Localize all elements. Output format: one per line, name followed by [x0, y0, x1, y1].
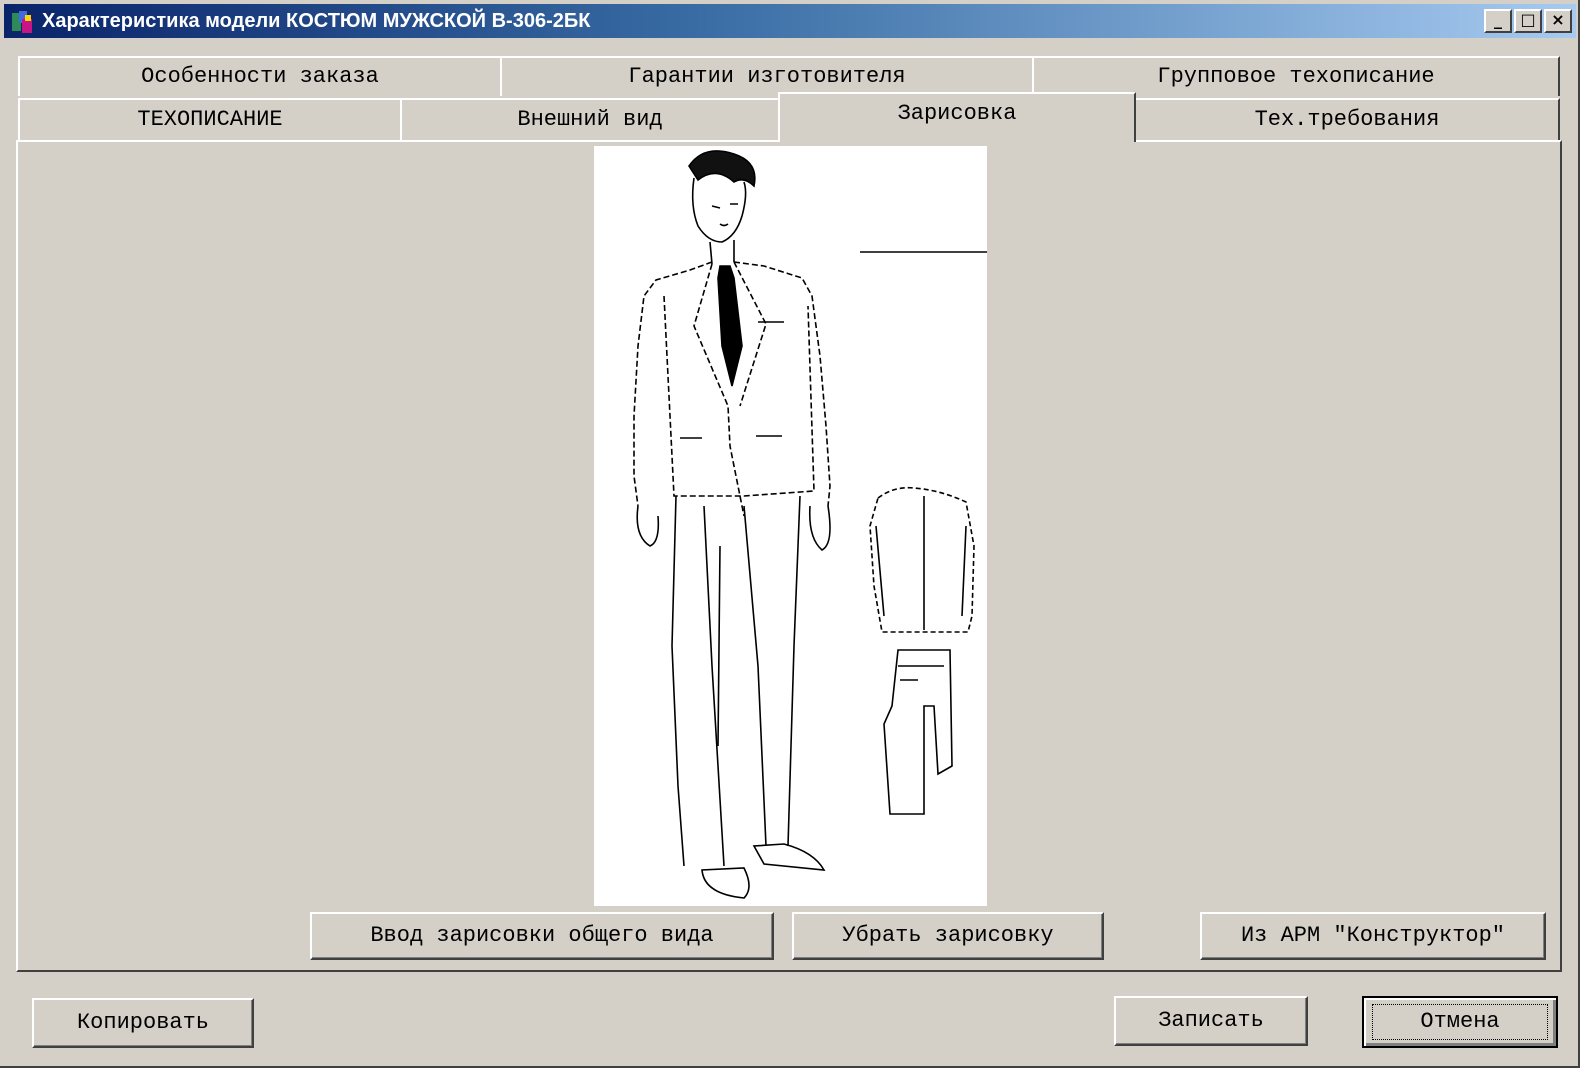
input-sketch-button[interactable]: Ввод зарисовки общего вида — [310, 912, 774, 960]
minimize-button[interactable]: _ — [1484, 9, 1512, 33]
cancel-label: Отмена — [1420, 1009, 1500, 1034]
window-title: Характеристика модели КОСТЮМ МУЖСКОЙ В-3… — [42, 10, 591, 32]
title-bar[interactable]: Характеристика модели КОСТЮМ МУЖСКОЙ В-3… — [4, 4, 1576, 38]
tab-label: Тех.требования — [1254, 107, 1440, 132]
suit-drawing — [633, 150, 987, 899]
suit-sketch-image — [594, 146, 987, 906]
tab-group-tech-description[interactable]: Групповое техописание — [1032, 56, 1560, 96]
tab-manufacturer-guarantees[interactable]: Гарантии изготовителя — [500, 56, 1034, 96]
tab-label: Особенности заказа — [141, 64, 379, 89]
tab-label: Внешний вид — [517, 107, 663, 132]
tab-label: ТЕХОПИСАНИЕ — [137, 107, 283, 132]
from-arm-constructor-label: Из АРМ "Конструктор" — [1240, 923, 1506, 948]
input-sketch-label: Ввод зарисовки общего вида — [370, 923, 714, 948]
tab-label: Зарисовка — [897, 101, 1017, 126]
save-label: Записать — [1158, 1008, 1264, 1033]
tab-appearance[interactable]: Внешний вид — [400, 98, 780, 140]
copy-button[interactable]: Копировать — [32, 998, 254, 1048]
close-button[interactable]: × — [1544, 9, 1572, 33]
remove-sketch-button[interactable]: Убрать зарисовку — [792, 912, 1104, 960]
save-button[interactable]: Записать — [1114, 996, 1308, 1046]
tab-label: Групповое техописание — [1157, 64, 1435, 89]
copy-label: Копировать — [76, 1010, 210, 1035]
tab-sketch[interactable]: Зарисовка — [778, 92, 1136, 142]
tab-tech-requirements[interactable]: Тех.требования — [1134, 98, 1560, 140]
tab-tech-description[interactable]: ТЕХОПИСАНИЕ — [18, 98, 402, 140]
tab-label: Гарантии изготовителя — [628, 64, 906, 89]
from-arm-constructor-button[interactable]: Из АРМ "Конструктор" — [1200, 912, 1546, 960]
cancel-button[interactable]: Отмена — [1362, 996, 1558, 1048]
tab-order-features[interactable]: Особенности заказа — [18, 56, 502, 96]
model-characteristics-window: Характеристика модели КОСТЮМ МУЖСКОЙ В-3… — [0, 0, 1580, 1068]
app-icon — [12, 11, 32, 33]
remove-sketch-label: Убрать зарисовку — [842, 923, 1054, 948]
maximize-button[interactable]: □ — [1514, 9, 1542, 33]
